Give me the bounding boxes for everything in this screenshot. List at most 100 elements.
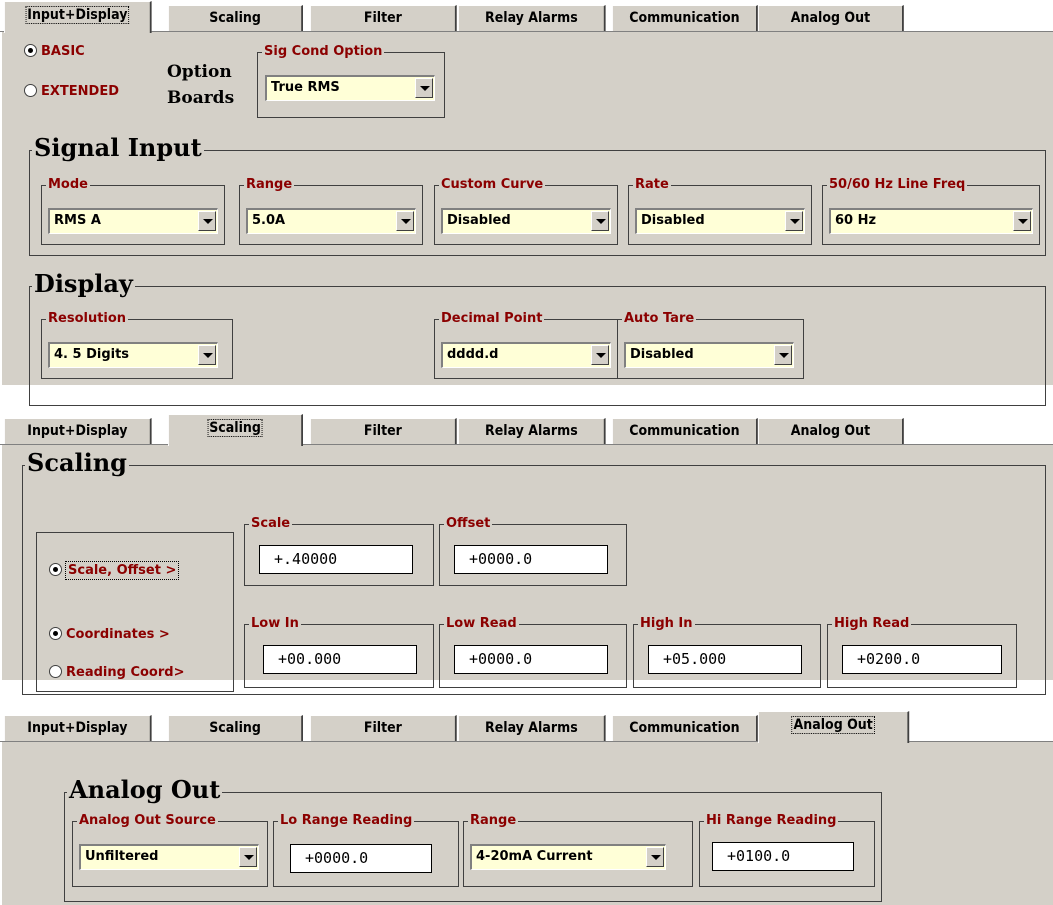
tab-filter[interactable]: Filter (310, 418, 457, 445)
extended-radio[interactable]: EXTENDED (24, 84, 119, 100)
high-in-input[interactable]: +05.000 (648, 645, 802, 674)
line-freq-select[interactable]: 60 Hz (829, 208, 1033, 234)
analog-range-select[interactable]: 4-20mA Current (470, 844, 666, 870)
chevron-down-icon[interactable] (1013, 211, 1031, 231)
sig-cond-option-group: Sig Cond Option True RMS (257, 44, 445, 118)
chevron-down-icon[interactable] (785, 211, 803, 231)
lo-range-reading-input[interactable]: +0000.0 (290, 844, 432, 873)
line-freq-group: 50/60 Hz Line Freq 60 Hz (822, 177, 1040, 245)
mode-select[interactable]: RMS A (48, 208, 218, 234)
tab-relay-alarms[interactable]: Relay Alarms (458, 715, 606, 742)
rate-select[interactable]: Disabled (635, 208, 805, 234)
chevron-down-icon[interactable] (646, 847, 664, 867)
chevron-down-icon[interactable] (198, 211, 216, 231)
auto-tare-select[interactable]: Disabled (624, 342, 794, 368)
auto-tare-group: Auto Tare Disabled (617, 311, 804, 379)
tab-input-display[interactable]: Input+Display (4, 418, 152, 445)
tab-communication[interactable]: Communication (612, 418, 758, 445)
tab-analog-out[interactable]: Analog Out (758, 711, 910, 743)
basic-radio[interactable]: BASIC (24, 44, 85, 60)
decimal-point-group: Decimal Point dddd.d (434, 311, 618, 379)
decimal-point-value: dddd.d (447, 347, 499, 362)
chevron-down-icon[interactable] (415, 78, 433, 98)
display-title: Display (32, 269, 135, 298)
high-in-label: High In (638, 616, 695, 632)
tab-filter[interactable]: Filter (310, 715, 457, 742)
option-boards-label-line2: Boards (167, 88, 235, 108)
low-in-input[interactable]: +00.000 (263, 645, 417, 674)
rate-group: Rate Disabled (628, 177, 812, 245)
high-read-input[interactable]: +0200.0 (842, 645, 1002, 674)
offset-input[interactable]: +0000.0 (454, 545, 608, 574)
tab-relay-alarms[interactable]: Relay Alarms (458, 418, 606, 445)
resolution-select[interactable]: 4. 5 Digits (48, 342, 218, 368)
chevron-down-icon[interactable] (591, 211, 609, 231)
tab-label: Relay Alarms (485, 720, 578, 736)
chevron-down-icon[interactable] (396, 211, 414, 231)
custom-curve-value: Disabled (447, 213, 511, 228)
tab-input-display[interactable]: Input+Display (4, 715, 152, 742)
tab-relay-alarms[interactable]: Relay Alarms (458, 5, 606, 32)
tab-label: Input+Display (27, 423, 128, 439)
tab-label: Communication (629, 423, 740, 439)
decimal-point-select[interactable]: dddd.d (441, 342, 611, 368)
sig-cond-option-label: Sig Cond Option (262, 44, 385, 60)
range-select[interactable]: 5.0A (246, 208, 416, 234)
tab-scaling[interactable]: Scaling (168, 414, 303, 446)
tab-communication[interactable]: Communication (612, 715, 758, 742)
chevron-down-icon[interactable] (198, 345, 216, 365)
tab-input-display[interactable]: Input+Display (4, 1, 152, 33)
analog-out-source-select[interactable]: Unfiltered (79, 844, 259, 870)
tab-analog-out[interactable]: Analog Out (758, 5, 904, 32)
analog-range-label: Range (468, 813, 519, 829)
hi-range-reading-group: Hi Range Reading +0100.0 (699, 813, 875, 887)
decimal-point-label: Decimal Point (439, 311, 545, 327)
sig-cond-option-select[interactable]: True RMS (265, 75, 435, 101)
tab-analog-out[interactable]: Analog Out (758, 418, 904, 445)
hi-range-reading-label: Hi Range Reading (704, 813, 839, 829)
tab-strip: Input+Display Scaling Filter Relay Alarm… (0, 710, 1053, 743)
tab-label: Communication (629, 10, 740, 26)
analog-range-value: 4-20mA Current (476, 849, 593, 864)
sig-cond-option-value: True RMS (271, 80, 340, 95)
scale-input[interactable]: +.40000 (259, 545, 413, 574)
auto-tare-label: Auto Tare (622, 311, 697, 327)
high-read-group: High Read +0200.0 (827, 616, 1017, 688)
reading-coord-radio[interactable]: Reading Coord> (49, 665, 184, 681)
tab-filter[interactable]: Filter (310, 5, 457, 32)
mode-value: RMS A (54, 213, 101, 228)
panel-body: BASIC EXTENDED Option Boards Sig Cond Op… (0, 32, 1053, 406)
high-read-label: High Read (832, 616, 912, 632)
tab-label: Analog Out (790, 10, 871, 26)
analog-out-source-label: Analog Out Source (77, 813, 218, 829)
line-freq-value: 60 Hz (835, 213, 877, 228)
radio-selected-icon (49, 563, 62, 576)
high-in-group: High In +05.000 (633, 616, 821, 688)
tab-label: Relay Alarms (485, 10, 578, 26)
resolution-label: Resolution (46, 311, 129, 327)
low-read-label: Low Read (444, 616, 519, 632)
coordinates-radio[interactable]: Coordinates > (49, 627, 170, 643)
auto-tare-value: Disabled (630, 347, 694, 362)
tab-communication[interactable]: Communication (612, 5, 758, 32)
tab-scaling[interactable]: Scaling (168, 5, 303, 32)
lo-range-reading-group: Lo Range Reading +0000.0 (273, 813, 459, 887)
tab-scaling[interactable]: Scaling (168, 715, 303, 742)
chevron-down-icon[interactable] (591, 345, 609, 365)
scale-offset-radio[interactable]: Scale, Offset > (49, 561, 180, 580)
option-boards-label-line1: Option (167, 62, 232, 82)
resolution-group: Resolution 4. 5 Digits (41, 311, 233, 379)
custom-curve-label: Custom Curve (439, 177, 546, 193)
tab-label: Analog Out (791, 716, 875, 734)
analog-out-title: Analog Out (67, 775, 223, 804)
tab-label: Scaling (207, 419, 263, 437)
custom-curve-select[interactable]: Disabled (441, 208, 611, 234)
analog-range-group: Range 4-20mA Current (463, 813, 693, 887)
hi-range-reading-input[interactable]: +0100.0 (712, 842, 854, 871)
tab-strip: Input+Display Scaling Filter Relay Alarm… (0, 413, 1053, 446)
tab-label: Scaling (209, 720, 261, 736)
low-read-input[interactable]: +0000.0 (454, 645, 608, 674)
chevron-down-icon[interactable] (239, 847, 257, 867)
chevron-down-icon[interactable] (774, 345, 792, 365)
analog-out-group: Analog Out Analog Out Source Unfiltered … (64, 776, 882, 902)
